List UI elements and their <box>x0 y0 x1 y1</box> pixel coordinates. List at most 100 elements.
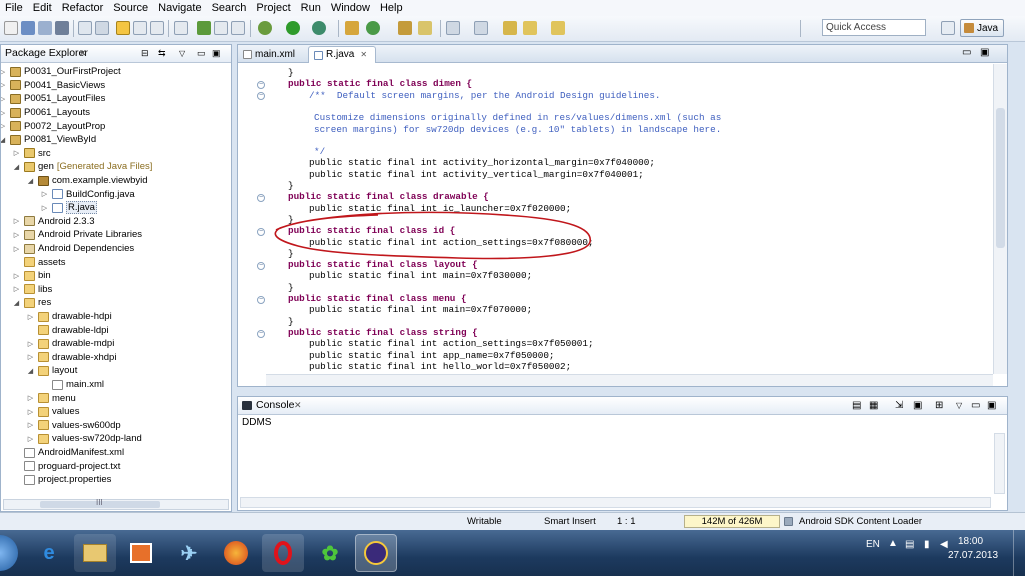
open-type-icon[interactable] <box>398 21 412 35</box>
horizontal-scrollbar[interactable]: III <box>3 498 229 510</box>
tree-item-library[interactable]: ▷ Android Private Libraries <box>12 228 142 242</box>
tree-item-folder[interactable]: ▷ src <box>12 147 51 161</box>
tree-item-project[interactable]: ▷ P0051_LayoutFiles <box>1 92 105 106</box>
tree-item-folder[interactable]: ▷ values-sw600dp <box>26 419 121 433</box>
print-icon[interactable] <box>55 21 69 35</box>
expand-icon[interactable]: ▷ <box>1 122 7 130</box>
collapse-icon[interactable]: ◢ <box>26 367 35 375</box>
maximize-icon[interactable]: ▣ <box>212 45 221 62</box>
menu-source[interactable]: Source <box>108 2 153 14</box>
file-explorer-icon[interactable] <box>74 534 116 572</box>
tree-item-folder[interactable]: ▷ drawable-mdpi <box>26 337 115 351</box>
tree-item-folder[interactable]: ◢ res <box>12 296 51 310</box>
package-explorer-tab[interactable]: Package Explorer ✕ ⊟ ⇆ ▽ ▭ ▣ <box>1 45 231 63</box>
tree-item-folder[interactable]: ▷ values-sw720dp-land <box>26 432 142 446</box>
fold-icon[interactable]: − <box>257 81 265 89</box>
tray-arrow-icon[interactable]: ▲ <box>888 538 898 549</box>
tree-item-library[interactable]: ▷ Android 2.3.3 <box>12 215 95 229</box>
view-menu-icon[interactable]: ▽ <box>956 397 962 414</box>
tree-item-folder[interactable]: ▷ bin <box>12 269 51 283</box>
run-external-tools-icon[interactable] <box>312 21 326 35</box>
collapse-icon[interactable]: ◢ <box>1 136 7 144</box>
fold-icon[interactable]: − <box>257 296 265 304</box>
internet-explorer-icon[interactable]: e <box>28 534 70 572</box>
expand-icon[interactable]: ▷ <box>26 421 35 429</box>
previous-annotation-icon[interactable] <box>474 21 488 35</box>
expand-icon[interactable]: ▷ <box>1 109 7 117</box>
open-perspective-icon[interactable] <box>941 21 955 35</box>
collapse-icon[interactable]: ◢ <box>12 163 21 171</box>
vertical-scrollbar[interactable] <box>994 433 1005 494</box>
debug-icon[interactable] <box>258 21 272 35</box>
fold-icon[interactable]: − <box>257 194 265 202</box>
app-icon[interactable]: ✈ <box>168 534 210 572</box>
tree-item-folder[interactable]: ▷ drawable-xhdpi <box>26 351 117 365</box>
tree-item-file[interactable]: main.xml <box>40 378 104 392</box>
back-icon[interactable] <box>523 21 537 35</box>
menu-file[interactable]: File <box>0 2 28 14</box>
toggle-mark-occurrences-icon[interactable] <box>116 21 130 35</box>
expand-icon[interactable]: ▷ <box>12 272 21 280</box>
scrollbar-thumb[interactable] <box>996 108 1005 248</box>
expand-icon[interactable]: ▷ <box>12 285 21 293</box>
tree-item-folder[interactable]: ▷ libs <box>12 283 52 297</box>
network-icon[interactable]: ▤ <box>905 539 914 550</box>
new-java-class-icon[interactable] <box>197 21 211 35</box>
menu-refactor[interactable]: Refactor <box>57 2 109 14</box>
minimize-icon[interactable]: ▭ <box>971 397 980 414</box>
tree-item-folder[interactable]: drawable-ldpi <box>26 323 109 337</box>
search-icon[interactable] <box>418 21 432 35</box>
tree-item-file[interactable]: proguard-project.txt <box>12 459 120 473</box>
java-perspective-button[interactable]: Java <box>960 19 1004 37</box>
tree-item-package[interactable]: ◢ com.example.viewbyid <box>26 174 148 188</box>
link-with-editor-icon[interactable]: ⇆ <box>158 45 166 62</box>
expand-icon[interactable]: ▷ <box>40 190 49 198</box>
expand-icon[interactable]: ▷ <box>1 95 7 103</box>
expand-icon[interactable]: ▷ <box>26 353 35 361</box>
collapse-icon[interactable]: ◢ <box>26 177 35 185</box>
horizontal-scrollbar[interactable] <box>240 497 991 508</box>
tab-r-java[interactable]: R.java ✕ <box>308 46 376 63</box>
open-console-icon[interactable]: ⊞ <box>935 397 943 414</box>
maximize-icon[interactable]: ▣ <box>987 397 996 414</box>
tree-item-project[interactable]: ▷ P0041_BasicViews <box>1 79 105 93</box>
menu-project[interactable]: Project <box>251 2 295 14</box>
expand-icon[interactable]: ▷ <box>26 394 35 402</box>
expand-icon[interactable]: ▷ <box>12 231 21 239</box>
close-icon[interactable]: ✕ <box>294 397 302 414</box>
pin-console-icon[interactable]: ⇲ <box>895 397 903 414</box>
new-android-project-icon[interactable] <box>174 21 188 35</box>
menu-navigate[interactable]: Navigate <box>153 2 206 14</box>
start-button-icon[interactable] <box>0 535 18 571</box>
new-class-icon[interactable] <box>366 21 380 35</box>
clock-time[interactable]: 18:00 <box>958 536 983 547</box>
maximize-icon[interactable]: ▣ <box>980 47 989 58</box>
volume-icon[interactable]: ◀ <box>940 539 948 550</box>
lint-icon[interactable] <box>231 21 245 35</box>
expand-icon[interactable]: ▷ <box>12 149 21 157</box>
battery-icon[interactable]: ▮ <box>924 539 930 550</box>
expand-icon[interactable]: ▷ <box>26 340 35 348</box>
tree-item-folder[interactable]: ▷ values <box>26 405 80 419</box>
collapse-all-icon[interactable]: ⊟ <box>141 45 149 62</box>
new-android-xml-icon[interactable] <box>214 21 228 35</box>
console-tab[interactable]: Console ✕ ▤ ▦ ⇲ ▣ ⊞ ▽ ▭ ▣ <box>238 397 1007 415</box>
code-text[interactable]: − − − − − − − } public static final clas… <box>238 64 993 374</box>
heap-status[interactable]: 142M of 426M <box>684 515 780 528</box>
tree-item-folder[interactable]: ◢ gen [Generated Java Files] <box>12 160 153 174</box>
last-edit-location-icon[interactable] <box>503 21 517 35</box>
quick-access-input[interactable]: Quick Access <box>822 19 926 36</box>
tab-main-xml[interactable]: main.xml <box>238 46 305 63</box>
menu-search[interactable]: Search <box>207 2 252 14</box>
run-icon[interactable] <box>286 21 300 35</box>
tree-item-folder[interactable]: ▷ drawable-hdpi <box>26 310 112 324</box>
tree-item-project[interactable]: ◢ P0081_ViewById <box>1 133 96 147</box>
collapse-icon[interactable]: ◢ <box>12 299 21 307</box>
scroll-lock-icon[interactable]: ▦ <box>869 397 878 414</box>
menu-window[interactable]: Window <box>326 2 375 14</box>
tree-item-file[interactable]: ▷ BuildConfig.java <box>40 187 135 201</box>
language-indicator[interactable]: EN <box>866 539 880 550</box>
close-tab-icon[interactable]: ✕ <box>360 47 367 63</box>
tree-item-project[interactable]: ▷ P0031_OurFirstProject <box>1 65 121 79</box>
garbage-collect-icon[interactable] <box>784 517 793 526</box>
